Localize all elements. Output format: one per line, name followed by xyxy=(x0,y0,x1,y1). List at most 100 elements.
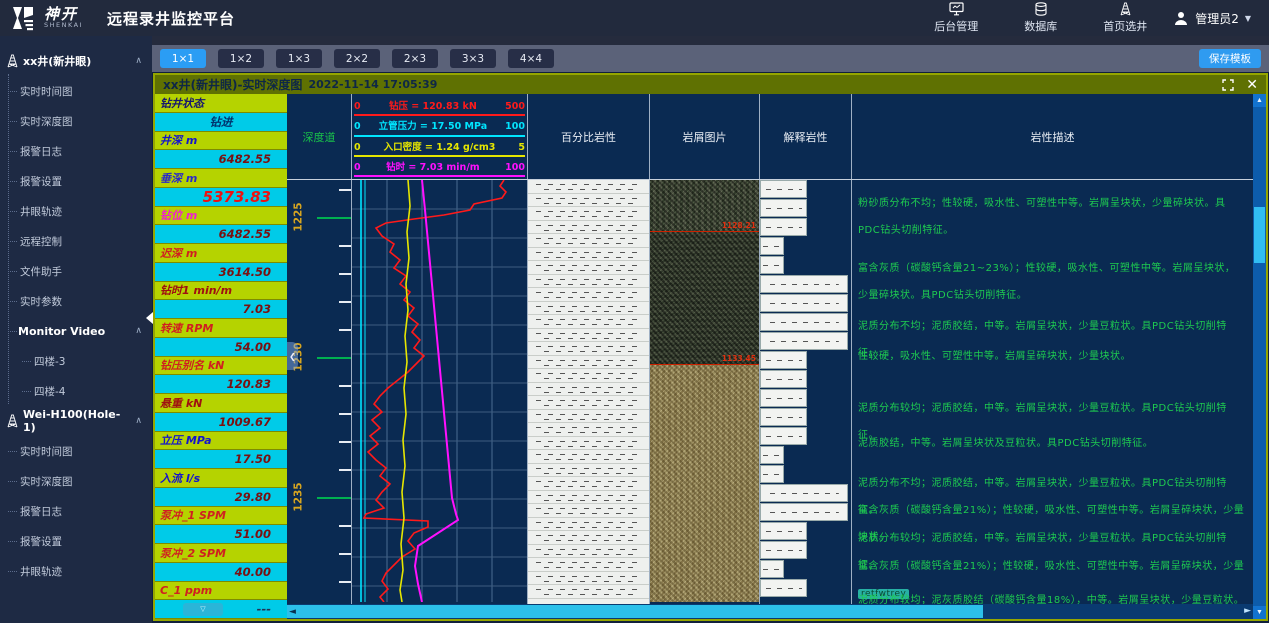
interp-lithology-block xyxy=(760,237,784,255)
interp-lithology-block xyxy=(760,541,807,559)
interp-row xyxy=(760,484,851,503)
layout-button-4x4[interactable]: 4×4 xyxy=(508,49,554,68)
sidebar-item-16[interactable]: 报警设置 xyxy=(0,526,152,556)
sidebar-item-label: 报警日志 xyxy=(20,504,62,519)
panel-titlebar: xx井(新井眼)-实时深度图 2022-11-14 17:05:39 ✕ xyxy=(155,75,1266,94)
interp-lithology-block xyxy=(760,465,784,483)
nav-label: 后台管理 xyxy=(934,18,978,34)
interp-lithology-block xyxy=(760,484,848,502)
scroll-down-icon[interactable]: ▼ xyxy=(1253,606,1266,619)
sidebar-item-2[interactable]: 实时深度图 xyxy=(0,106,152,136)
photo-depth-label: 1133.45 xyxy=(722,354,756,363)
horizontal-scrollbar-thumb[interactable]: ◄ xyxy=(287,605,983,618)
param-row-5: 钻时1 min/m7.03 xyxy=(155,282,287,320)
param-label: 悬重 kN xyxy=(155,394,287,413)
interp-lithology-block xyxy=(760,503,848,521)
column-header-lithology-description: 岩性描述 xyxy=(852,94,1253,179)
param-dropdown-button[interactable]: ▽ xyxy=(183,603,223,616)
sidebar-item-3[interactable]: 报警日志 xyxy=(0,136,152,166)
nav-item-admin[interactable]: 后台管理 xyxy=(934,2,978,34)
sidebar-item-11[interactable]: 四楼-4 xyxy=(0,376,152,406)
layout-button-1x3[interactable]: 1×3 xyxy=(276,49,322,68)
param-row-3: 钻位 m6482.55 xyxy=(155,207,287,245)
layout-button-3x3[interactable]: 3×3 xyxy=(450,49,496,68)
sidebar-item-6[interactable]: 远程控制 xyxy=(0,226,152,256)
lithology-symbol-row xyxy=(528,234,649,248)
vertical-scrollbar-thumb[interactable] xyxy=(1254,207,1265,263)
fullscreen-icon[interactable] xyxy=(1222,79,1234,91)
layout-button-2x2[interactable]: 2×2 xyxy=(334,49,380,68)
param-row-12: 泵冲_2 SPM40.00 xyxy=(155,544,287,582)
lithology-description-10: 泥质分布较均；泥灰质胶结（碳酸钙含量18%），中等。岩屑呈块状，少量豆粒状。具P… xyxy=(858,587,1245,604)
param-row-1: 井深 m6482.55 xyxy=(155,132,287,170)
depth-chart-panel: xx井(新井眼)-实时深度图 2022-11-14 17:05:39 ✕ 钻井状… xyxy=(153,73,1268,621)
user-menu[interactable]: 管理员2 ▼ xyxy=(1173,10,1269,27)
sidebar-item-4[interactable]: 报警设置 xyxy=(0,166,152,196)
layout-button-1x1[interactable]: 1×1 xyxy=(160,49,206,68)
sidebar-item-17[interactable]: 井眼轨迹 xyxy=(0,556,152,586)
interp-lithology-block xyxy=(760,389,807,407)
nav-label: 数据库 xyxy=(1024,18,1057,34)
lithology-symbol-row xyxy=(528,437,649,451)
sidebar-item-13[interactable]: 实时时间图 xyxy=(0,436,152,466)
sidebar-item-label: 实时深度图 xyxy=(20,474,73,489)
chevron-up-icon[interactable]: ∧ xyxy=(135,416,142,426)
page-title: 远程录井监控平台 xyxy=(107,8,235,29)
nav-item-well-select[interactable]: 首页选井 xyxy=(1103,2,1147,34)
param-row-2: 垂深 m5373.83 xyxy=(155,169,287,207)
sidebar-item-9[interactable]: Monitor Video ∧ xyxy=(0,316,152,346)
sidebar-item-14[interactable]: 实时深度图 xyxy=(0,466,152,496)
scroll-right-icon[interactable]: ► xyxy=(1244,605,1251,618)
interp-row xyxy=(760,237,851,256)
sidebar-item-label: 实时时间图 xyxy=(20,84,73,99)
layout-button-1x2[interactable]: 1×2 xyxy=(218,49,264,68)
sidebar-item-7[interactable]: 文件助手 xyxy=(0,256,152,286)
sidebar-item-5[interactable]: 井眼轨迹 xyxy=(0,196,152,226)
horizontal-scrollbar[interactable]: ◄ ► xyxy=(287,604,1253,619)
save-template-button[interactable]: 保存模板 xyxy=(1199,49,1261,68)
param-label: 钻压别名 kN xyxy=(155,357,287,376)
scroll-left-icon[interactable]: ◄ xyxy=(289,607,296,617)
param-label: 入流 l/s xyxy=(155,469,287,488)
interp-lithology-block xyxy=(760,313,848,331)
chevron-up-icon[interactable]: ∧ xyxy=(135,326,142,336)
column-header-interpreted-lithology: 解释岩性 xyxy=(760,94,852,179)
interp-row xyxy=(760,275,851,294)
lithology-symbol-row xyxy=(528,194,649,208)
depth-minor-tick xyxy=(339,413,351,415)
sidebar-item-label: 四楼-4 xyxy=(34,384,65,399)
interp-lithology-block xyxy=(760,180,807,198)
param-value: 5373.83 xyxy=(155,188,287,206)
sidebar-item-label: 井眼轨迹 xyxy=(20,204,62,219)
vertical-scrollbar[interactable]: ▲ ▼ xyxy=(1253,94,1266,619)
sidebar-item-8[interactable]: 实时参数 xyxy=(0,286,152,316)
sidebar-item-10[interactable]: 四楼-3 xyxy=(0,346,152,376)
lithology-symbol-row xyxy=(528,491,649,505)
tree-connector-line xyxy=(8,74,9,404)
sidebar-item-15[interactable]: 报警日志 xyxy=(0,496,152,526)
panel-collapse-tab[interactable]: ❮ xyxy=(287,342,298,370)
lithology-symbol-row xyxy=(528,207,649,221)
monitor-icon xyxy=(949,2,964,16)
sidebar-item-label: Wei-H100(Hole-1) xyxy=(23,408,131,434)
scroll-up-icon[interactable]: ▲ xyxy=(1253,94,1266,107)
nav-item-database[interactable]: 数据库 xyxy=(1024,2,1057,34)
sidebar-well-12[interactable]: Wei-H100(Hole-1) ∧ xyxy=(0,406,152,436)
interp-row xyxy=(760,541,851,560)
interp-row xyxy=(760,370,851,389)
vertical-scrollbar-track[interactable] xyxy=(1253,107,1266,606)
chevron-up-icon[interactable]: ∧ xyxy=(135,56,142,66)
lithology-symbol-row xyxy=(528,342,649,356)
sidebar-well-0[interactable]: xx井(新井眼)∧ xyxy=(0,46,152,76)
sidebar-item-label: 四楼-3 xyxy=(34,354,65,369)
sidebar-item-label: Monitor Video xyxy=(18,325,105,338)
close-icon[interactable]: ✕ xyxy=(1246,78,1258,92)
param-value: 120.83 xyxy=(155,375,287,393)
layout-button-2x3[interactable]: 2×3 xyxy=(392,49,438,68)
lithology-symbol-row xyxy=(528,477,649,491)
param-label: 立压 MPa xyxy=(155,432,287,451)
param-value: 51.00 xyxy=(155,525,287,543)
interp-row xyxy=(760,218,851,237)
sidebar-collapse-handle[interactable] xyxy=(146,312,153,324)
sidebar-item-1[interactable]: 实时时间图 xyxy=(0,76,152,106)
